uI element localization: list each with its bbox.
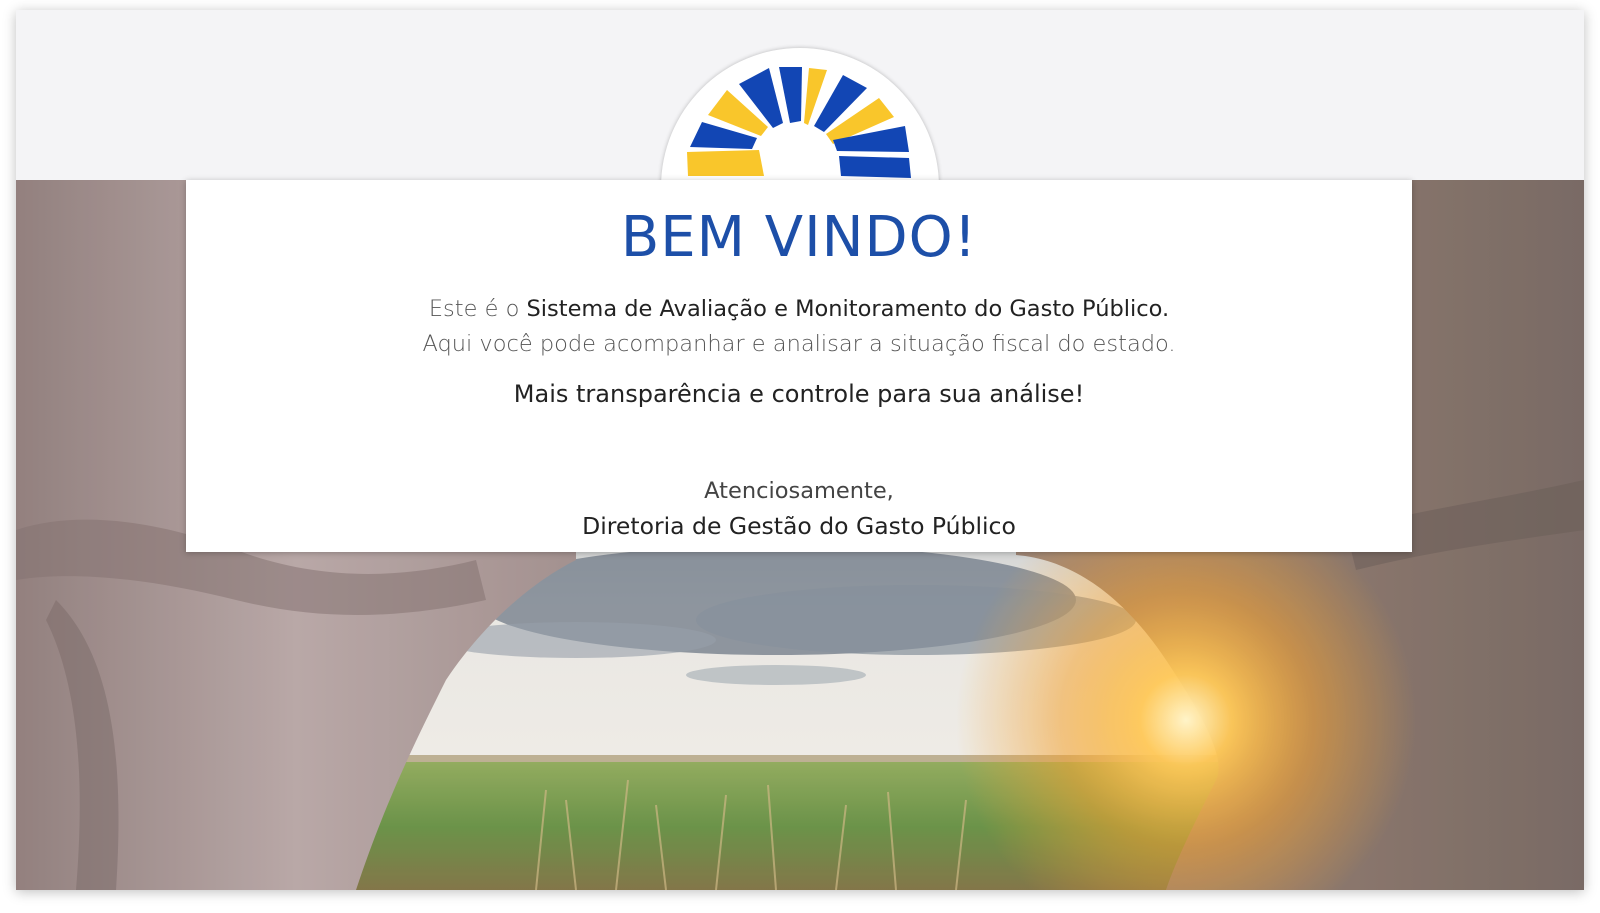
- signoff: Atenciosamente, Diretoria de Gestão do G…: [186, 474, 1412, 544]
- intro-line-2: Aqui você pode acompanhar e analisar a s…: [422, 331, 1176, 357]
- system-name: Sistema de Avaliação e Monitoramento do …: [526, 296, 1170, 322]
- intro-line-1: Este é o Sistema de Avaliação e Monitora…: [186, 292, 1412, 327]
- highlight-text: Mais transparência e controle para sua a…: [513, 380, 1085, 408]
- welcome-title: BEM VINDO!: [620, 205, 978, 270]
- signature-text: Diretoria de Gestão do Gasto Público: [582, 512, 1016, 540]
- closing-text: Atenciosamente,: [704, 478, 894, 504]
- intro-text: Este é o Sistema de Avaliação e Monitora…: [186, 292, 1412, 362]
- welcome-card: BEM VINDO! Este é o Sistema de Avaliação…: [186, 180, 1412, 552]
- welcome-screen: BEM VINDO! Este é o Sistema de Avaliação…: [16, 10, 1584, 890]
- intro-prefix: Este é o: [428, 296, 527, 322]
